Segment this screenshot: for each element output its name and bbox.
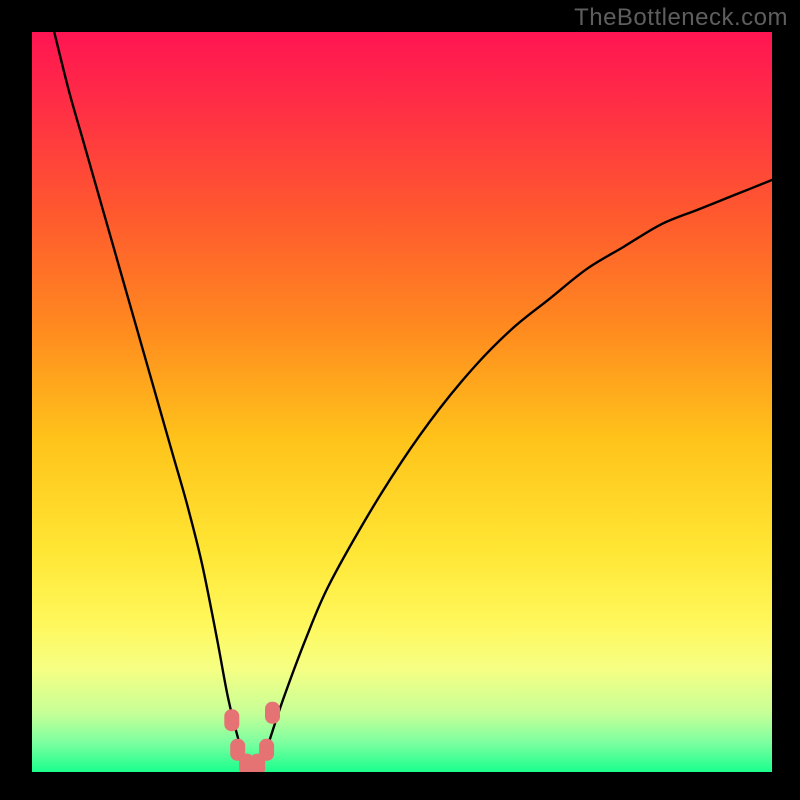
watermark-text: TheBottleneck.com [574, 4, 788, 32]
chart-svg [32, 32, 772, 772]
trough-marker [265, 702, 280, 724]
chart-frame: TheBottleneck.com [0, 0, 800, 800]
gradient-background [32, 32, 772, 772]
plot-area [32, 32, 772, 772]
trough-marker [224, 709, 239, 731]
trough-marker [259, 739, 274, 761]
